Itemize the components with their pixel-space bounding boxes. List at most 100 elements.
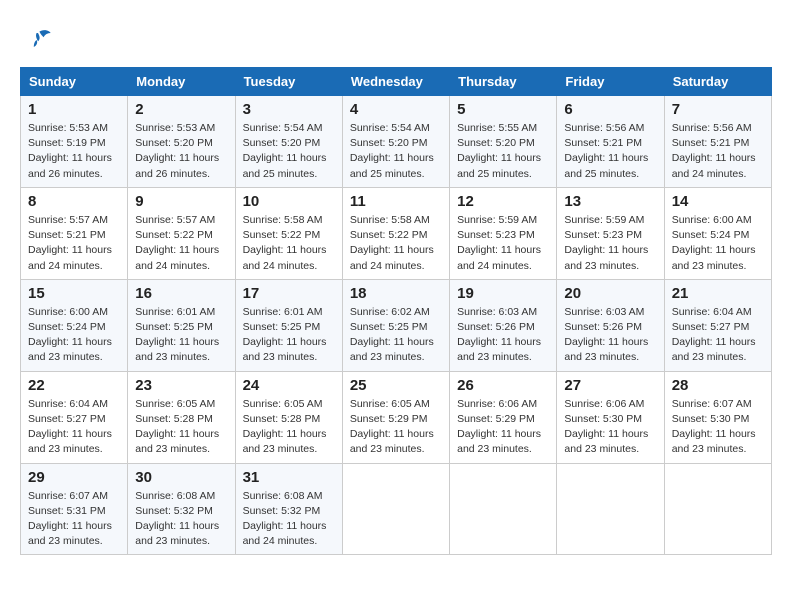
day-number: 17 — [243, 285, 335, 302]
calendar-cell: 3Sunrise: 5:54 AM Sunset: 5:20 PM Daylig… — [235, 96, 342, 188]
calendar-cell: 11 Sunrise: 5:58 AM Sunset: 5:22 PM Dayli… — [342, 187, 449, 279]
calendar-cell: 5 Sunrise: 5:55 AM Sunset: 5:20 PM Daylig… — [450, 96, 557, 188]
day-number: 16 — [135, 285, 227, 302]
calendar-cell: 26 Sunrise: 6:06 AM Sunset: 5:29 PM Dayli… — [450, 371, 557, 463]
day-info: Sunrise: 6:02 AM Sunset: 5:25 PM Dayligh… — [350, 305, 442, 366]
calendar-cell: 4 Sunrise: 5:54 AM Sunset: 5:20 PM Daylig… — [342, 96, 449, 188]
calendar-cell: 22 Sunrise: 6:04 AM Sunset: 5:27 PM Dayli… — [21, 371, 128, 463]
calendar-week-5: 29 Sunrise: 6:07 AM Sunset: 5:31 PM Dayli… — [21, 463, 772, 555]
day-number: 27 — [564, 377, 656, 394]
day-number: 9 — [135, 193, 227, 210]
day-number: 23 — [135, 377, 227, 394]
day-number: 13 — [564, 193, 656, 210]
calendar-cell: 15 Sunrise: 6:00 AM Sunset: 5:24 PM Dayli… — [21, 279, 128, 371]
day-info: Sunrise: 5:58 AM Sunset: 5:22 PM Dayligh… — [243, 213, 335, 274]
day-info: Sunrise: 5:54 AM Sunset: 5:20 PM Dayligh… — [350, 121, 442, 182]
day-number: 6 — [564, 101, 656, 118]
day-info: Sunrise: 6:04 AM Sunset: 5:27 PM Dayligh… — [28, 397, 120, 458]
header-thursday: Thursday — [450, 68, 557, 96]
day-number: 24 — [243, 377, 335, 394]
day-number: 12 — [457, 193, 549, 210]
day-number: 19 — [457, 285, 549, 302]
day-number: 26 — [457, 377, 549, 394]
day-number: 29 — [28, 469, 120, 486]
day-info: Sunrise: 5:59 AM Sunset: 5:23 PM Dayligh… — [457, 213, 549, 274]
calendar-cell: 31 Sunrise: 6:08 AM Sunset: 5:32 PM Dayli… — [235, 463, 342, 555]
calendar-table: SundayMondayTuesdayWednesdayThursdayFrid… — [20, 67, 772, 555]
calendar-cell: 7 Sunrise: 5:56 AM Sunset: 5:21 PM Daylig… — [664, 96, 771, 188]
calendar-cell: 27Sunrise: 6:06 AM Sunset: 5:30 PM Dayli… — [557, 371, 664, 463]
day-info: Sunrise: 6:00 AM Sunset: 5:24 PM Dayligh… — [672, 213, 764, 274]
calendar-cell: 8Sunrise: 5:57 AM Sunset: 5:21 PM Daylig… — [21, 187, 128, 279]
day-number: 2 — [135, 101, 227, 118]
day-info: Sunrise: 6:06 AM Sunset: 5:29 PM Dayligh… — [457, 397, 549, 458]
calendar-cell: 20 Sunrise: 6:03 AM Sunset: 5:26 PM Dayli… — [557, 279, 664, 371]
day-info: Sunrise: 6:03 AM Sunset: 5:26 PM Dayligh… — [564, 305, 656, 366]
day-info: Sunrise: 6:05 AM Sunset: 5:28 PM Dayligh… — [135, 397, 227, 458]
day-number: 15 — [28, 285, 120, 302]
day-number: 21 — [672, 285, 764, 302]
day-info: Sunrise: 6:01 AM Sunset: 5:25 PM Dayligh… — [243, 305, 335, 366]
day-number: 30 — [135, 469, 227, 486]
calendar-cell — [342, 463, 449, 555]
day-number: 20 — [564, 285, 656, 302]
day-number: 4 — [350, 101, 442, 118]
day-info: Sunrise: 5:57 AM Sunset: 5:21 PM Dayligh… — [28, 213, 120, 274]
day-info: Sunrise: 6:07 AM Sunset: 5:31 PM Dayligh… — [28, 489, 120, 550]
calendar-cell: 30 Sunrise: 6:08 AM Sunset: 5:32 PM Dayli… — [128, 463, 235, 555]
header-tuesday: Tuesday — [235, 68, 342, 96]
logo — [20, 26, 56, 59]
day-info: Sunrise: 6:04 AM Sunset: 5:27 PM Dayligh… — [672, 305, 764, 366]
day-info: Sunrise: 6:08 AM Sunset: 5:32 PM Dayligh… — [243, 489, 335, 550]
logo-bird-icon — [24, 26, 52, 54]
day-info: Sunrise: 5:57 AM Sunset: 5:22 PM Dayligh… — [135, 213, 227, 274]
calendar-cell: 2 Sunrise: 5:53 AM Sunset: 5:20 PM Daylig… — [128, 96, 235, 188]
calendar-cell: 29 Sunrise: 6:07 AM Sunset: 5:31 PM Dayli… — [21, 463, 128, 555]
header-monday: Monday — [128, 68, 235, 96]
day-number: 10 — [243, 193, 335, 210]
day-number: 18 — [350, 285, 442, 302]
calendar-cell: 25 Sunrise: 6:05 AM Sunset: 5:29 PM Dayli… — [342, 371, 449, 463]
day-number: 11 — [350, 193, 442, 210]
header-friday: Friday — [557, 68, 664, 96]
calendar-week-3: 15 Sunrise: 6:00 AM Sunset: 5:24 PM Dayli… — [21, 279, 772, 371]
page-header — [20, 20, 772, 59]
header-wednesday: Wednesday — [342, 68, 449, 96]
day-info: Sunrise: 6:05 AM Sunset: 5:29 PM Dayligh… — [350, 397, 442, 458]
day-info: Sunrise: 5:55 AM Sunset: 5:20 PM Dayligh… — [457, 121, 549, 182]
day-number: 25 — [350, 377, 442, 394]
calendar-header-row: SundayMondayTuesdayWednesdayThursdayFrid… — [21, 68, 772, 96]
day-info: Sunrise: 6:00 AM Sunset: 5:24 PM Dayligh… — [28, 305, 120, 366]
calendar-cell: 19Sunrise: 6:03 AM Sunset: 5:26 PM Dayli… — [450, 279, 557, 371]
calendar-cell: 21 Sunrise: 6:04 AM Sunset: 5:27 PM Dayli… — [664, 279, 771, 371]
calendar-cell: 17 Sunrise: 6:01 AM Sunset: 5:25 PM Dayli… — [235, 279, 342, 371]
calendar-cell: 23 Sunrise: 6:05 AM Sunset: 5:28 PM Dayli… — [128, 371, 235, 463]
calendar-week-1: 1Sunrise: 5:53 AM Sunset: 5:19 PM Daylig… — [21, 96, 772, 188]
calendar-week-4: 22 Sunrise: 6:04 AM Sunset: 5:27 PM Dayli… — [21, 371, 772, 463]
day-info: Sunrise: 5:58 AM Sunset: 5:22 PM Dayligh… — [350, 213, 442, 274]
day-info: Sunrise: 5:56 AM Sunset: 5:21 PM Dayligh… — [672, 121, 764, 182]
day-number: 1 — [28, 101, 120, 118]
day-number: 5 — [457, 101, 549, 118]
day-number: 31 — [243, 469, 335, 486]
calendar-cell: 24 Sunrise: 6:05 AM Sunset: 5:28 PM Dayli… — [235, 371, 342, 463]
calendar-cell: 1Sunrise: 5:53 AM Sunset: 5:19 PM Daylig… — [21, 96, 128, 188]
calendar-cell: 13Sunrise: 5:59 AM Sunset: 5:23 PM Dayli… — [557, 187, 664, 279]
calendar-week-2: 8Sunrise: 5:57 AM Sunset: 5:21 PM Daylig… — [21, 187, 772, 279]
calendar-cell — [557, 463, 664, 555]
day-info: Sunrise: 5:54 AM Sunset: 5:20 PM Dayligh… — [243, 121, 335, 182]
calendar-cell — [450, 463, 557, 555]
calendar-cell: 28Sunrise: 6:07 AM Sunset: 5:30 PM Dayli… — [664, 371, 771, 463]
day-info: Sunrise: 5:56 AM Sunset: 5:21 PM Dayligh… — [564, 121, 656, 182]
calendar-cell: 16Sunrise: 6:01 AM Sunset: 5:25 PM Dayli… — [128, 279, 235, 371]
calendar-cell: 6 Sunrise: 5:56 AM Sunset: 5:21 PM Daylig… — [557, 96, 664, 188]
day-info: Sunrise: 6:05 AM Sunset: 5:28 PM Dayligh… — [243, 397, 335, 458]
day-info: Sunrise: 6:08 AM Sunset: 5:32 PM Dayligh… — [135, 489, 227, 550]
day-info: Sunrise: 5:53 AM Sunset: 5:20 PM Dayligh… — [135, 121, 227, 182]
header-saturday: Saturday — [664, 68, 771, 96]
day-info: Sunrise: 6:07 AM Sunset: 5:30 PM Dayligh… — [672, 397, 764, 458]
day-number: 7 — [672, 101, 764, 118]
calendar-cell: 10 Sunrise: 5:58 AM Sunset: 5:22 PM Dayli… — [235, 187, 342, 279]
day-number: 22 — [28, 377, 120, 394]
calendar-cell: 18 Sunrise: 6:02 AM Sunset: 5:25 PM Dayli… — [342, 279, 449, 371]
